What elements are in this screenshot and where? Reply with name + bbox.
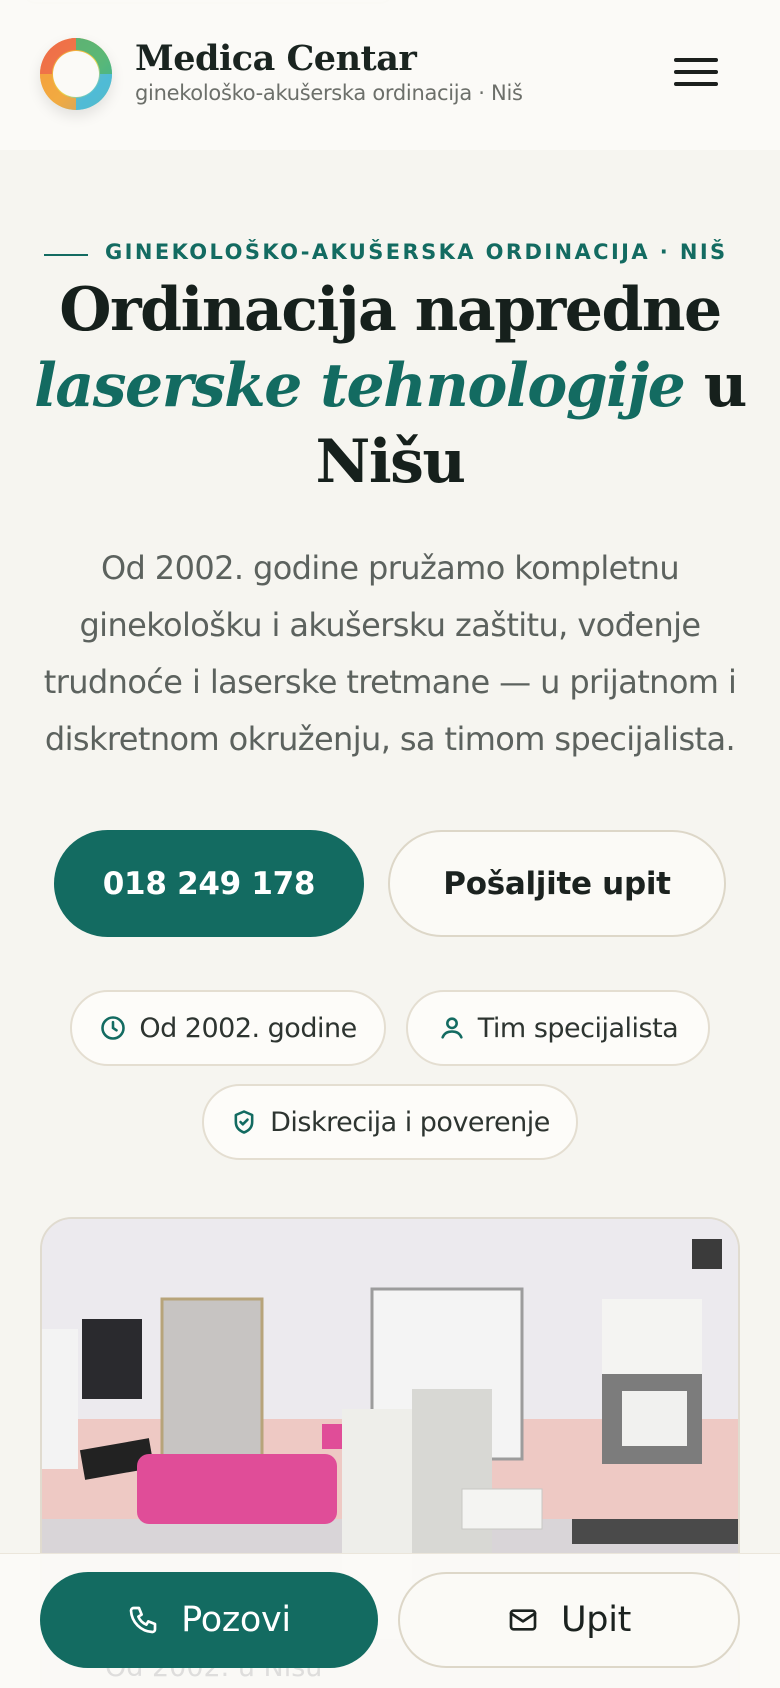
mail-icon bbox=[509, 1609, 537, 1631]
title-accent: laserske tehnologije bbox=[34, 351, 686, 421]
brand-subtitle: ginekološko-akušerska ordinacija · Niš bbox=[135, 81, 523, 105]
phone-icon bbox=[129, 1606, 157, 1634]
call-bar-label: Pozovi bbox=[181, 1600, 291, 1640]
hamburger-menu-icon[interactable] bbox=[668, 52, 724, 92]
chip-discretion: Diskrecija i poverenje bbox=[202, 1084, 578, 1160]
page-title: Ordinacija napredne laserske tehnologije… bbox=[30, 272, 750, 500]
call-bar-button[interactable]: Pozovi bbox=[40, 1572, 378, 1668]
clock-icon bbox=[101, 1016, 126, 1040]
lead-paragraph: Od 2002. godine pružamo kompletnu gineko… bbox=[43, 549, 737, 758]
inquiry-bar-label: Upit bbox=[560, 1600, 632, 1640]
inquiry-bar-button[interactable]: Upit bbox=[398, 1572, 740, 1668]
send-inquiry-button[interactable]: Pošaljite upit bbox=[388, 830, 726, 937]
site-header: Medica Centar ginekološko-akušerska ordi… bbox=[0, 0, 780, 150]
menu-bar bbox=[674, 58, 718, 62]
menu-bar bbox=[674, 82, 718, 86]
eyebrow: GINEKOLOŠKO-AKUŠERSKA ORDINACIJA · NIŠ bbox=[105, 240, 728, 264]
chip-since-2002: Od 2002. godine bbox=[70, 990, 386, 1066]
logo-icon[interactable] bbox=[40, 38, 112, 110]
shield-check-icon bbox=[234, 1110, 254, 1134]
eyebrow-line bbox=[44, 254, 88, 256]
chip-label: Diskrecija i poverenje bbox=[270, 1106, 550, 1138]
menu-bar bbox=[674, 70, 718, 74]
chip-label: Tim specijalista bbox=[477, 1012, 679, 1044]
chip-label: Od 2002. godine bbox=[139, 1012, 357, 1044]
user-icon bbox=[441, 1017, 463, 1039]
call-button[interactable]: 018 249 178 bbox=[54, 830, 364, 937]
brand-name[interactable]: Medica Centar bbox=[135, 38, 417, 79]
chip-team: Tim specijalista bbox=[406, 990, 710, 1066]
title-part-1: Ordinacija napredne bbox=[59, 275, 722, 345]
